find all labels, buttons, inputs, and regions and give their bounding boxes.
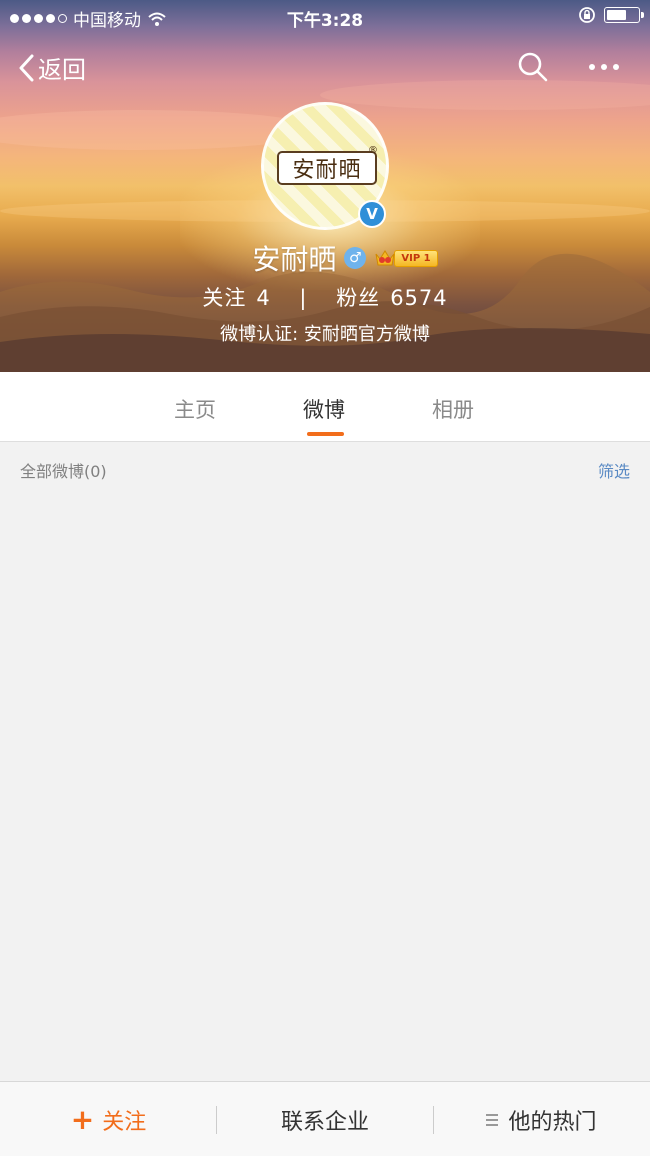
active-tab-indicator bbox=[307, 432, 344, 436]
crown-icon bbox=[375, 250, 395, 266]
profile-name: 安耐晒 bbox=[252, 243, 337, 276]
certification-text: 微博认证: 安耐晒官方微博 bbox=[220, 324, 430, 345]
his-hot-button[interactable]: 他的热门 bbox=[433, 1082, 650, 1156]
stats-separator: | bbox=[299, 286, 308, 310]
verified-badge-icon: V bbox=[358, 200, 386, 228]
follow-label: 关注 bbox=[102, 1109, 147, 1135]
followers-count[interactable]: 6574 bbox=[390, 286, 447, 310]
contact-label: 联系企业 bbox=[280, 1109, 369, 1135]
more-options-button[interactable] bbox=[584, 54, 624, 80]
clock: 下午3:28 bbox=[286, 11, 364, 31]
vip-label: VIP 1 bbox=[394, 249, 438, 267]
male-gender-icon: ♂ bbox=[344, 247, 367, 269]
back-label: 返回 bbox=[38, 56, 86, 84]
all-posts-title: 全部微博(0) bbox=[20, 462, 107, 481]
followers-label[interactable]: 粉丝 bbox=[336, 286, 380, 310]
avatar-logo-text: 安耐晒 bbox=[277, 151, 377, 185]
following-count[interactable]: 4 bbox=[256, 286, 270, 310]
tab-home[interactable]: 主页 bbox=[174, 394, 216, 424]
tab-weibo[interactable]: 微博 bbox=[303, 394, 345, 424]
search-icon[interactable] bbox=[516, 50, 550, 84]
vip-badge[interactable]: VIP 1 bbox=[374, 248, 438, 268]
profile-header: 中国移动 下午3:28 返回 安耐晒 ® V 安耐晒 ♂ VIP 1 关注 4 … bbox=[0, 0, 650, 372]
registered-mark-icon: ® bbox=[368, 145, 378, 156]
follow-button[interactable]: + 关注 bbox=[0, 1082, 217, 1156]
filter-button[interactable]: 筛选 bbox=[598, 458, 630, 482]
back-button[interactable]: 返回 bbox=[18, 50, 86, 85]
profile-tabs: 主页 微博 相册 bbox=[0, 372, 650, 442]
battery-icon bbox=[604, 7, 644, 23]
contact-company-button[interactable]: 联系企业 bbox=[217, 1082, 433, 1156]
hot-label: 他的热门 bbox=[508, 1109, 597, 1135]
status-bar: 中国移动 下午3:28 bbox=[0, 0, 650, 34]
menu-icon bbox=[486, 1113, 499, 1126]
chevron-left-icon bbox=[19, 54, 34, 81]
bottom-action-bar: + 关注 联系企业 他的热门 bbox=[0, 1081, 650, 1156]
profile-name-row: 安耐晒 ♂ VIP 1 bbox=[0, 238, 650, 278]
tab-album[interactable]: 相册 bbox=[432, 394, 474, 424]
plus-icon: + bbox=[70, 1103, 95, 1136]
following-label[interactable]: 关注 bbox=[202, 286, 246, 310]
rotation-lock-icon bbox=[579, 7, 595, 23]
follow-stats: 关注 4 | 粉丝 6574 bbox=[0, 282, 650, 312]
cloud-decoration bbox=[320, 80, 650, 110]
